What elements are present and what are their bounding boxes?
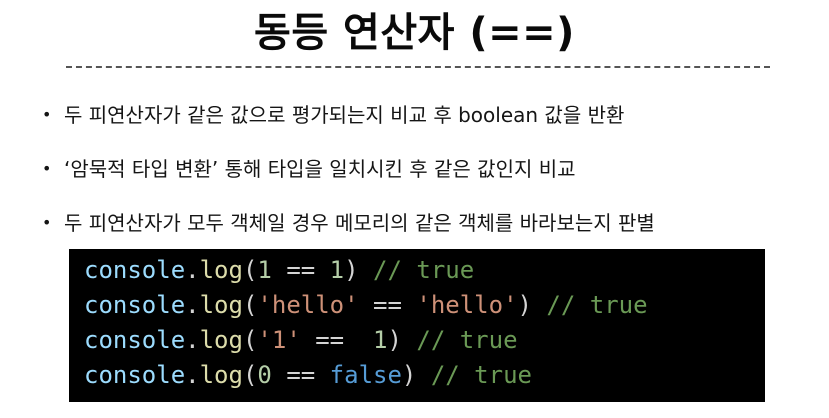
code-right-operand: false [329, 361, 402, 389]
bullet-dot-icon: • [42, 105, 52, 124]
bullet-dot-icon: • [42, 159, 52, 178]
code-left-operand: 'hello' [257, 291, 359, 319]
code-comment: // true [416, 361, 532, 389]
code-dot: . [185, 361, 200, 389]
code-comment: // true [401, 326, 518, 354]
code-dot: . [185, 326, 200, 354]
code-line: console.log(0 == false) // true [84, 358, 765, 393]
code-paren-open: ( [242, 291, 258, 319]
code-block: console.log(1 == 1) // true console.log(… [69, 249, 765, 402]
code-function: log [199, 326, 243, 354]
bullet-dot-icon: • [42, 213, 52, 232]
code-paren-close: ) [387, 326, 402, 354]
code-paren-open: ( [242, 361, 258, 389]
code-dot: . [185, 256, 200, 284]
code-dot: . [185, 291, 200, 319]
code-line: console.log('1' == 1) // true [84, 323, 765, 358]
code-object: console [84, 291, 186, 319]
code-object: console [84, 326, 186, 354]
bullet-item: • 두 피연산자가 같은 값으로 평가되는지 비교 후 boolean 값을 반… [40, 88, 810, 142]
code-function: log [199, 361, 243, 389]
bullet-item: • ‘암묵적 타입 변환’ 통해 타입을 일치시킨 후 같은 값인지 비교 [40, 142, 810, 196]
code-comment: // true [358, 256, 475, 284]
code-left-operand: '1' [257, 326, 301, 354]
code-operator: == [271, 361, 330, 389]
bullet-item: • 두 피연산자가 모두 객체일 경우 메모리의 같은 객체를 바라보는지 판별 [40, 196, 810, 250]
code-paren-close: ) [517, 291, 532, 319]
code-object: console [84, 256, 186, 284]
bullet-text: 두 피연산자가 같은 값으로 평가되는지 비교 후 boolean 값을 반환 [64, 103, 625, 127]
bullet-text: ‘암묵적 타입 변환’ 통해 타입을 일치시킨 후 같은 값인지 비교 [64, 157, 576, 181]
code-left-operand: 1 [257, 256, 272, 284]
code-function: log [199, 256, 243, 284]
code-operator: == [300, 326, 374, 354]
code-paren-open: ( [242, 256, 258, 284]
bullet-text: 두 피연산자가 모두 객체일 경우 메모리의 같은 객체를 바라보는지 판별 [64, 211, 655, 235]
title-divider [66, 66, 770, 68]
code-operator: == [271, 256, 330, 284]
code-paren-close: ) [401, 361, 417, 389]
code-line: console.log(1 == 1) // true [84, 253, 765, 288]
code-function: log [199, 291, 243, 319]
code-right-operand: 'hello' [416, 291, 518, 319]
code-right-operand: 1 [373, 326, 388, 354]
code-left-operand: 0 [257, 361, 272, 389]
code-operator: == [358, 291, 417, 319]
code-comment: // true [531, 291, 648, 319]
bullet-list: • 두 피연산자가 같은 값으로 평가되는지 비교 후 boolean 값을 반… [40, 88, 810, 250]
slide-title: 동등 연산자 (==) [254, 10, 575, 56]
code-object: console [84, 361, 186, 389]
code-paren-open: ( [242, 326, 258, 354]
code-line: console.log('hello' == 'hello') // true [84, 288, 765, 323]
code-paren-close: ) [344, 256, 359, 284]
code-right-operand: 1 [329, 256, 345, 284]
